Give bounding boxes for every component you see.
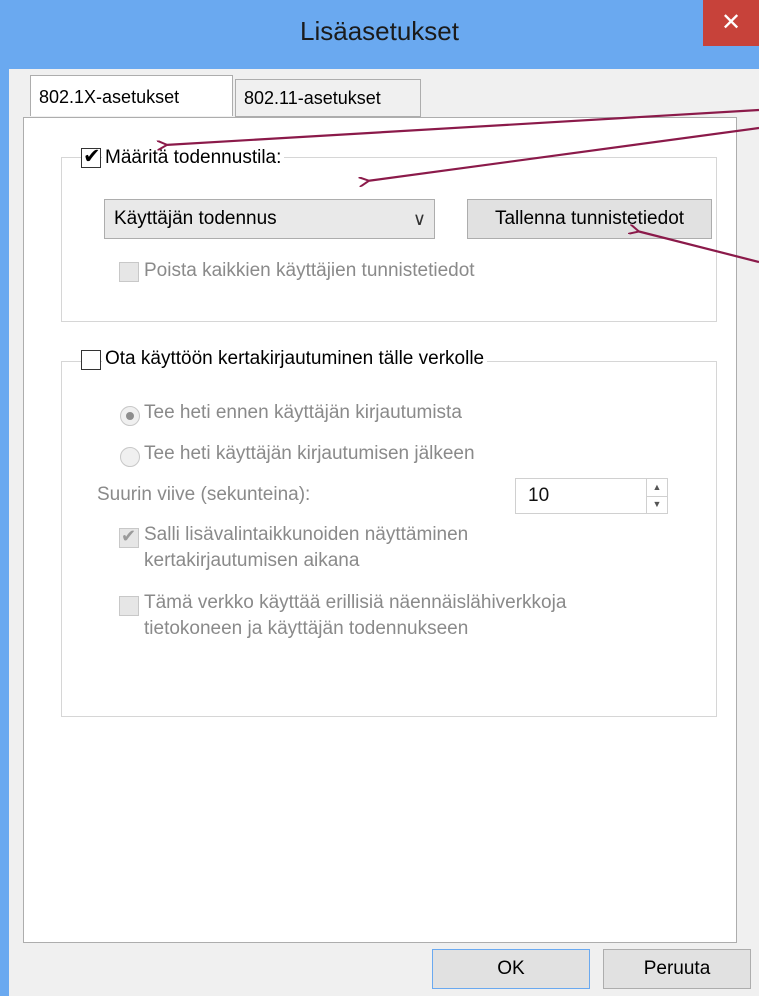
auth-mode-checkbox[interactable]: ✔ xyxy=(81,145,101,168)
max-delay-value: 10 xyxy=(528,485,550,506)
checkmark-icon: ✔ xyxy=(83,145,101,168)
tab-8021x-settings[interactable]: 802.1X-asetukset xyxy=(30,75,233,116)
auth-mode-label: Määritä todennustila: xyxy=(102,147,285,169)
ok-button[interactable]: OK xyxy=(432,949,590,989)
close-icon: ✕ xyxy=(720,9,742,36)
max-delay-label: Suurin viive (sekunteina): xyxy=(94,484,314,506)
auth-mode-select-value: Käyttäjän todennus xyxy=(114,208,277,229)
dialog-window: Lisäasetukset ✕ 802.1X-asetukset 802.11-… xyxy=(0,0,759,996)
dialog-client: 802.1X-asetukset 802.11-asetukset ✔ Määr… xyxy=(9,69,759,996)
radio-after-logon[interactable] xyxy=(120,447,140,467)
close-button[interactable]: ✕ xyxy=(703,0,759,46)
chevron-down-icon: ∨ xyxy=(412,209,426,229)
allow-dialogs-checkbox[interactable]: ✔ xyxy=(119,526,139,548)
spin-up-icon[interactable]: ▲ xyxy=(647,479,667,497)
separate-vlans-label-line1: Tämä verkko käyttää erillisiä näennäislä… xyxy=(141,592,570,614)
auth-mode-select[interactable]: Käyttäjän todennus ∨ xyxy=(104,199,435,239)
spin-down-icon[interactable]: ▼ xyxy=(647,496,667,513)
tab-80211-settings[interactable]: 802.11-asetukset xyxy=(235,79,421,117)
spinner-buttons: ▲ ▼ xyxy=(646,479,667,513)
radio-after-logon-label: Tee heti käyttäjän kirjautumisen jälkeen xyxy=(141,443,478,465)
radio-selected-dot xyxy=(126,412,134,420)
sso-label: Ota käyttöön kertakirjautuminen tälle ve… xyxy=(102,348,488,370)
separate-vlans-label-line2: tietokoneen ja käyttäjän todennukseen xyxy=(141,618,472,640)
radio-before-logon[interactable] xyxy=(120,406,140,426)
title-bar: Lisäasetukset ✕ xyxy=(0,0,759,68)
save-credentials-button[interactable]: Tallenna tunnistetiedot xyxy=(467,199,712,239)
tab-panel: ✔ Määritä todennustila: Käyttäjän todenn… xyxy=(23,117,737,943)
delete-credentials-label: Poista kaikkien käyttäjien tunnistetiedo… xyxy=(141,260,478,282)
cancel-button[interactable]: Peruuta xyxy=(603,949,751,989)
allow-dialogs-label-line1: Salli lisävalintaikkunoiden näyttäminen xyxy=(141,524,472,546)
window-title: Lisäasetukset xyxy=(300,16,459,46)
separate-vlans-checkbox[interactable] xyxy=(119,596,139,616)
max-delay-spinner[interactable]: 10 ▲ ▼ xyxy=(515,478,668,514)
auth-mode-group xyxy=(61,157,717,322)
delete-credentials-checkbox[interactable] xyxy=(119,262,139,282)
checkmark-icon: ✔ xyxy=(121,526,137,546)
allow-dialogs-label-line2: kertakirjautumisen aikana xyxy=(141,550,363,572)
radio-before-logon-label: Tee heti ennen käyttäjän kirjautumista xyxy=(141,402,465,424)
sso-checkbox[interactable] xyxy=(81,350,101,370)
